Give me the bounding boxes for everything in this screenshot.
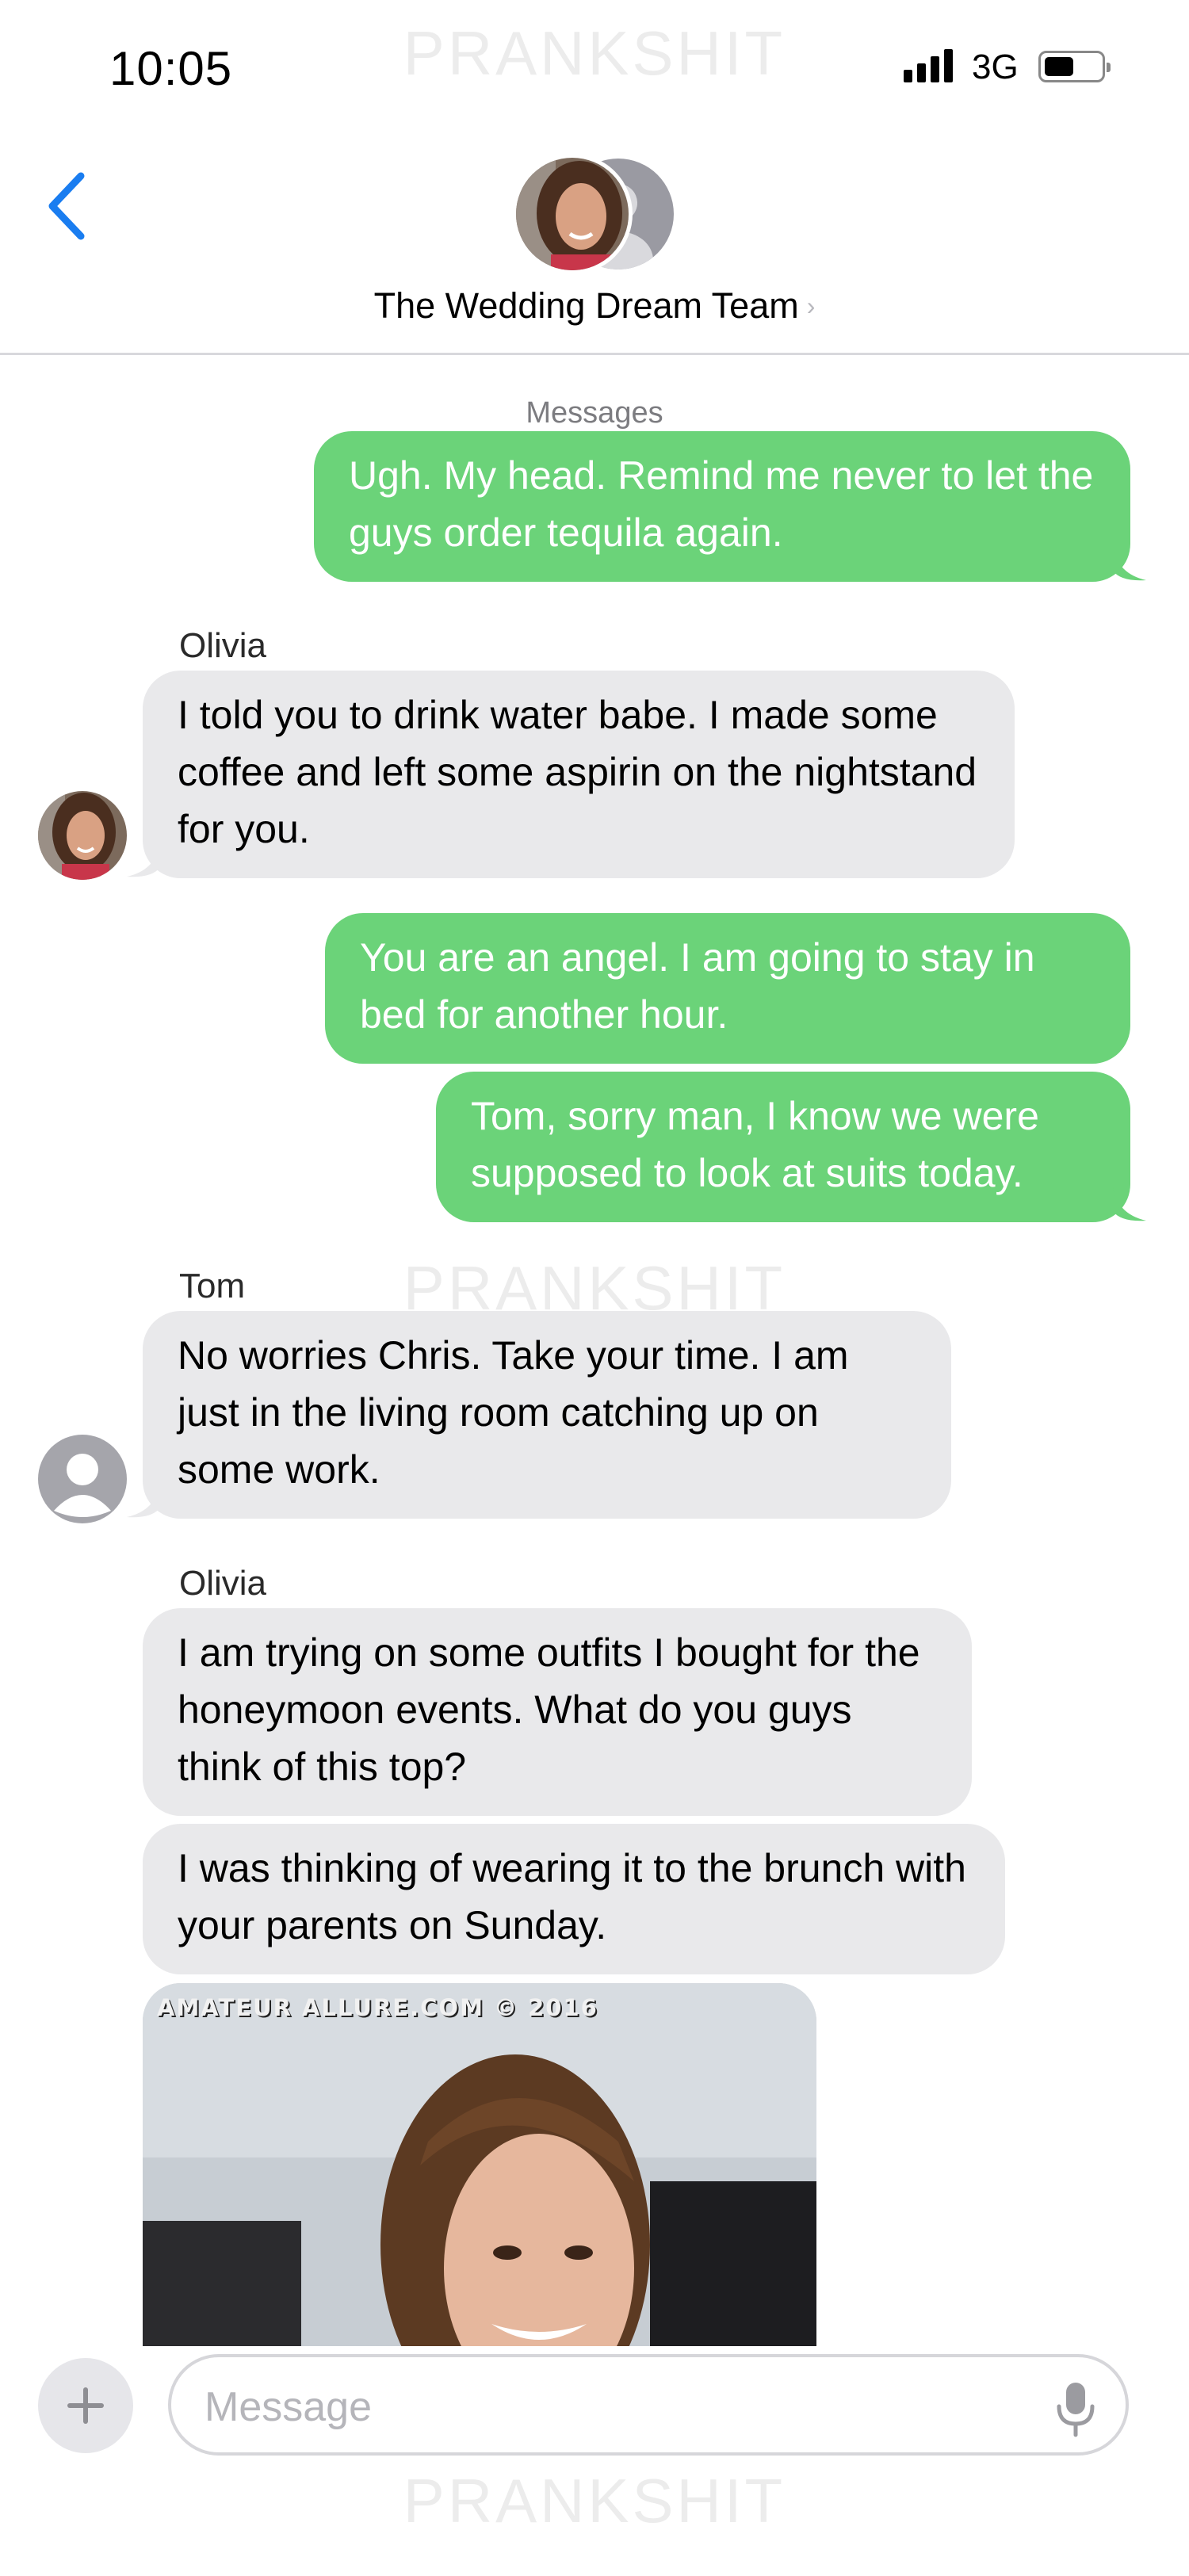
chevron-right-icon: › bbox=[806, 292, 816, 320]
message-thread[interactable]: Messages Ugh. My head. Remind me never t… bbox=[0, 357, 1189, 2354]
back-button[interactable] bbox=[41, 166, 97, 246]
incoming-message-bubble[interactable]: No worries Chris. Take your time. I am j… bbox=[143, 1311, 951, 1519]
bubble-tail bbox=[1113, 1187, 1146, 1221]
outgoing-message-bubble[interactable]: You are an angel. I am going to stay in … bbox=[325, 913, 1130, 1064]
bubble-tail bbox=[127, 1484, 160, 1518]
photo-credit: AMATEUR ALLURE.COM © 2016 bbox=[157, 1994, 598, 2021]
outgoing-message-bubble[interactable]: Tom, sorry man, I know we were supposed … bbox=[436, 1072, 1130, 1222]
person-icon bbox=[54, 1454, 111, 1517]
network-type: 3G bbox=[972, 48, 1019, 86]
bubble-tail bbox=[1113, 547, 1146, 581]
microphone-icon[interactable] bbox=[1054, 2381, 1097, 2438]
service-label: Messages bbox=[526, 396, 663, 430]
incoming-message-bubble[interactable]: I was thinking of wearing it to the brun… bbox=[143, 1824, 1005, 1974]
compose-bar: PRANKSHIT bbox=[0, 2346, 1189, 2576]
add-attachment-button[interactable] bbox=[38, 2358, 133, 2453]
sender-avatar-olivia[interactable] bbox=[38, 791, 127, 880]
sender-name: Tom bbox=[179, 1267, 246, 1305]
conversation-header: The Wedding Dream Team › bbox=[0, 135, 1189, 355]
outgoing-message-bubble[interactable]: Ugh. My head. Remind me never to let the… bbox=[314, 431, 1130, 582]
watermark-bottom: PRANKSHIT bbox=[403, 2466, 786, 2536]
conversation-title: The Wedding Dream Team bbox=[373, 285, 799, 326]
sender-name: Olivia bbox=[179, 1564, 267, 1603]
sender-avatar-tom[interactable] bbox=[38, 1435, 127, 1523]
status-bar: 10:05 3G bbox=[0, 0, 1189, 135]
message-field[interactable] bbox=[168, 2354, 1129, 2456]
sender-name: Olivia bbox=[179, 626, 267, 665]
plus-icon bbox=[67, 2387, 104, 2424]
message-input[interactable] bbox=[205, 2379, 1029, 2435]
battery-icon bbox=[1038, 51, 1111, 82]
member-avatar-photo bbox=[512, 154, 633, 274]
incoming-message-bubble[interactable]: I told you to drink water babe. I made s… bbox=[143, 671, 1015, 878]
group-avatar[interactable] bbox=[512, 151, 675, 277]
conversation-title-row[interactable]: The Wedding Dream Team › bbox=[0, 285, 1189, 327]
chevron-left-icon bbox=[48, 172, 85, 240]
incoming-message-bubble[interactable]: I am trying on some outfits I bought for… bbox=[143, 1608, 972, 1816]
photo-attachment[interactable]: AMATEUR ALLURE.COM © 2016 bbox=[143, 1983, 816, 2354]
status-time: 10:05 bbox=[109, 42, 233, 95]
bubble-tail bbox=[127, 843, 160, 877]
cellular-signal-icon bbox=[904, 49, 954, 82]
